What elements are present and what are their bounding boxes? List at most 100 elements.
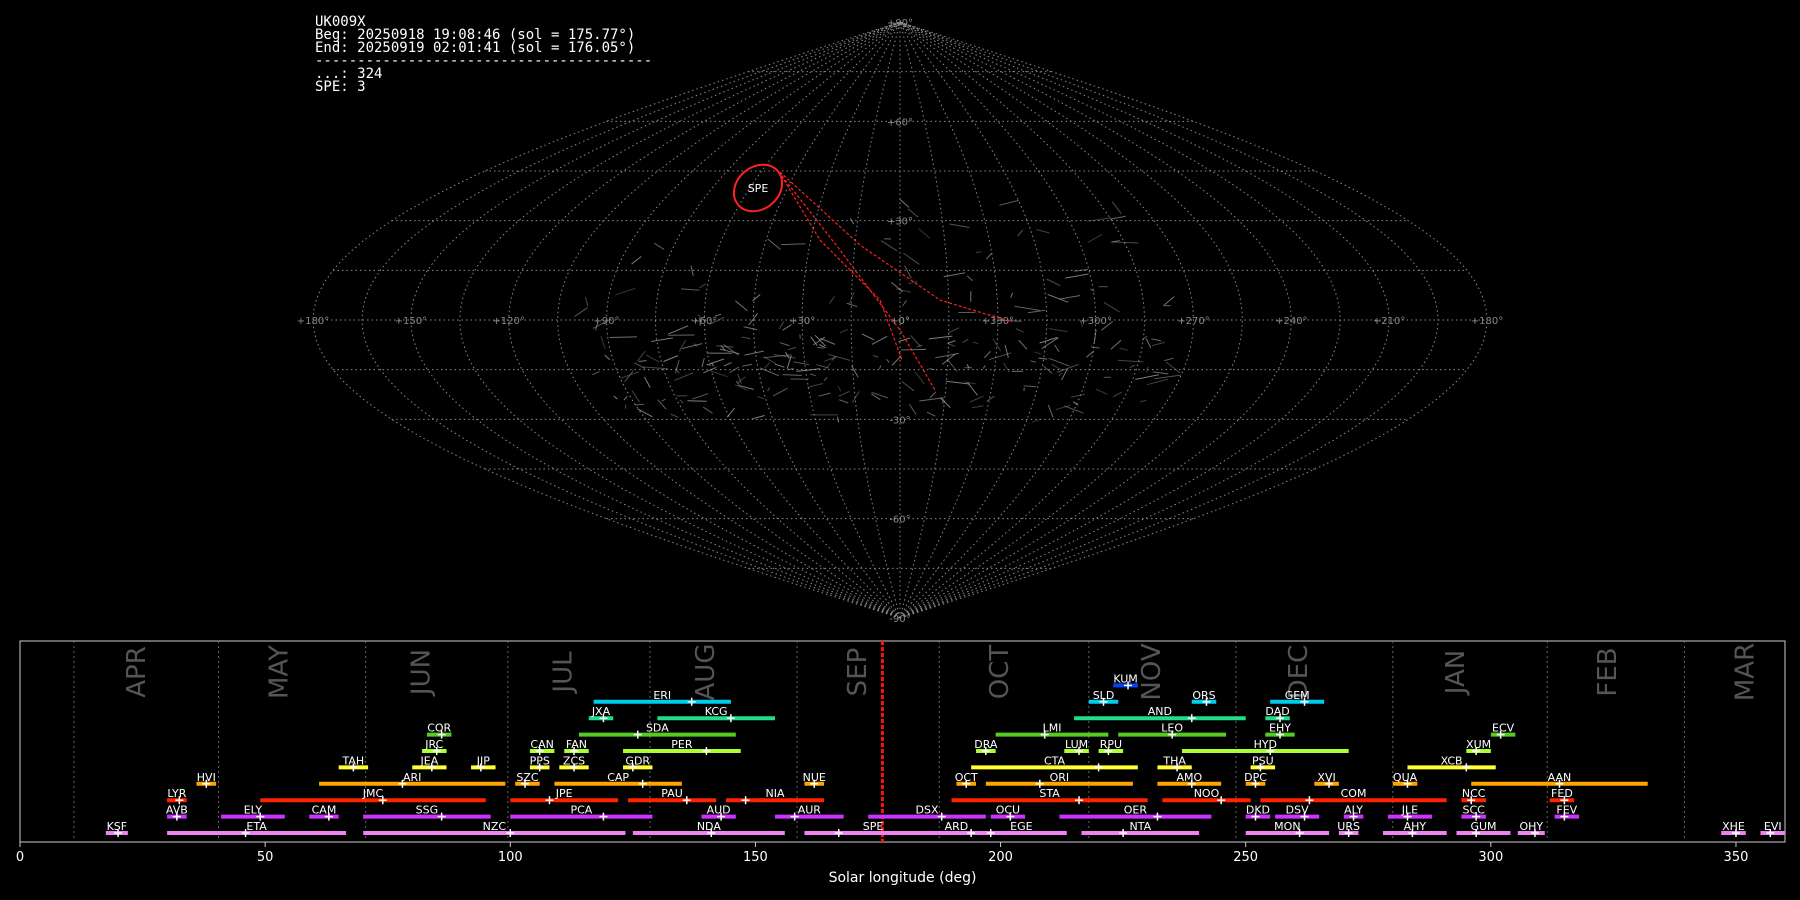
x-tick-label: 100 [498, 850, 523, 865]
shower-lum: LUM [1064, 738, 1089, 755]
shower-jpe: JPE [510, 787, 619, 805]
shower-code-label: CAN [530, 738, 553, 751]
shower-code-label: FEV [1556, 804, 1577, 817]
shower-com: COM [1260, 787, 1447, 805]
shower-code-label: ORI [1050, 771, 1070, 784]
x-tick-label: 50 [257, 850, 274, 865]
shower-code-label: SZC [516, 771, 539, 784]
shower-jrc: JRC [422, 738, 447, 755]
month-label: AUG [691, 644, 721, 701]
shower-oer: OER [1059, 804, 1212, 821]
shower-code-label: GUM [1470, 820, 1496, 833]
shower-leo: LEO [1118, 722, 1227, 739]
shower-aly: ALY [1343, 804, 1364, 821]
shower-timeline: APR MAY JUN JUL AUG SEP OCT NOV DEC JAN FEB MAR KSF… [16, 640, 1786, 886]
month-label: JUL [549, 651, 579, 695]
shower-nda: NDA [632, 820, 785, 837]
shower-and: AND [1074, 705, 1246, 723]
shower-qua: QUA [1392, 771, 1418, 788]
shower-code-label: NTA [1129, 820, 1151, 833]
shower-xcb: XCB [1407, 754, 1496, 772]
month-label: JAN [1441, 650, 1471, 696]
shower-code-label: HVI [197, 771, 216, 784]
shower-xvi: XVI [1314, 771, 1339, 788]
shower-code-label: NIA [766, 787, 785, 800]
shower-cta: CTA [971, 754, 1138, 772]
shower-kum: KUM [1113, 672, 1138, 690]
shower-dsv: DSV [1275, 804, 1320, 821]
shower-lyr: LYR [167, 787, 187, 805]
shower-pca: PCA [510, 804, 653, 821]
shower-code-label: GEM [1285, 689, 1310, 702]
shower-per: PER [623, 738, 741, 755]
shower-rpu: RPU [1098, 738, 1124, 755]
shower-code-label: NDA [697, 820, 722, 833]
shower-code-label: JPE [555, 787, 573, 800]
shower-code-label: DPC [1244, 771, 1267, 784]
shower-sld: SLD [1088, 689, 1119, 706]
shower-tha: THA [1157, 754, 1192, 772]
shower-pps: PPS [530, 754, 550, 772]
shower-code-label: PPS [530, 754, 550, 767]
shower-code-label: KUM [1113, 672, 1137, 685]
shower-code-label: ORS [1192, 689, 1215, 702]
shower-pau: PAU [627, 787, 717, 805]
shower-ssg: SSG [363, 804, 491, 821]
timeline-x-axis: 0 50 100 150 200 250 300 350 Solar longitude (de… [16, 842, 1748, 886]
shower-code-label: LYR [167, 787, 186, 800]
shower-xhe: XHE [1721, 820, 1746, 837]
shower-dra: DRA [974, 738, 998, 755]
x-tick-label: 150 [743, 850, 768, 865]
shower-cap: CAP [554, 771, 682, 788]
shower-fed: FED [1549, 787, 1575, 805]
shower-code-label: EHY [1269, 722, 1291, 735]
shower-code-label: OHY [1519, 820, 1543, 833]
shower-code-label: OCT [955, 771, 978, 784]
shower-code-label: PAU [661, 787, 683, 800]
shower-code-label: COM [1341, 787, 1367, 800]
month-label: MAY [264, 645, 294, 699]
shower-code-label: FED [1551, 787, 1573, 800]
shower-code-label: ERI [653, 689, 671, 702]
x-tick-label: 0 [16, 850, 24, 865]
shower-bars: KSF ETA NZC NDA SPE ARD EGE NTA MON URS AHY GUM OHY X… [105, 672, 1785, 837]
shower-code-label: LMI [1043, 722, 1062, 735]
shower-noo: NOO [1162, 787, 1251, 805]
shower-code-label: AHY [1404, 820, 1427, 833]
shower-cor: COR [426, 722, 452, 739]
month-label: NOV [1137, 643, 1167, 700]
shower-tah: TAH [338, 754, 369, 772]
shower-gum: GUM [1456, 820, 1511, 837]
x-tick-label: 250 [1233, 850, 1258, 865]
shower-ege: EGE [976, 820, 1067, 837]
shower-jle: JLE [1387, 804, 1432, 821]
shower-code-label: COR [427, 722, 451, 735]
shower-sta: STA [951, 787, 1148, 805]
shower-ors: ORS [1191, 689, 1217, 706]
shower-gem: GEM [1270, 689, 1325, 706]
shower-code-label: JRC [424, 738, 443, 751]
shower-code-label: NUE [803, 771, 826, 784]
shower-code-label: OCU [996, 804, 1020, 817]
shower-code-label: SDA [646, 722, 669, 735]
shower-code-label: ELY [244, 804, 263, 817]
shower-aud: AUD [701, 804, 736, 821]
shower-code-label: AAN [1548, 771, 1572, 784]
shower-code-label: EGE [1010, 820, 1032, 833]
month-label: SEP [843, 648, 873, 697]
shower-sda: SDA [578, 722, 736, 739]
shower-code-label: DRA [974, 738, 998, 751]
shower-code-label: XCB [1441, 754, 1463, 767]
shower-code-label: AND [1148, 705, 1172, 718]
shower-code-label: ECV [1492, 722, 1515, 735]
shower-code-label: JXA [591, 705, 611, 718]
shower-code-label: NCC [1462, 787, 1486, 800]
shower-code-label: CTA [1044, 754, 1066, 767]
shower-code-label: DSV [1286, 804, 1309, 817]
shower-code-label: URS [1337, 820, 1360, 833]
shower-scc: SCC [1461, 804, 1486, 821]
shower-code-label: PCA [570, 804, 592, 817]
shower-code-label: SSG [416, 804, 439, 817]
shower-jip: JIP [471, 754, 496, 772]
shower-code-label: PER [671, 738, 693, 751]
